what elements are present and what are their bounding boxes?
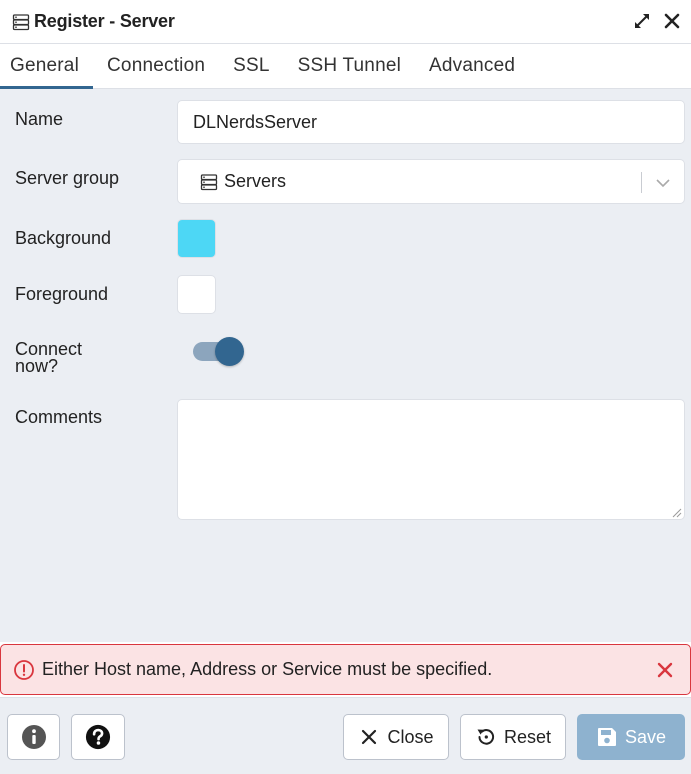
tab-advanced[interactable]: Advanced bbox=[415, 44, 529, 88]
tab-ssh-tunnel[interactable]: SSH Tunnel bbox=[284, 44, 415, 88]
resize-grip-icon[interactable] bbox=[670, 505, 682, 518]
tab-general[interactable]: General bbox=[0, 44, 93, 89]
reset-icon bbox=[475, 726, 497, 748]
dialog-title: Register - Server bbox=[34, 11, 175, 31]
close-icon bbox=[358, 726, 380, 748]
help-icon bbox=[85, 724, 111, 750]
background-label: Background bbox=[15, 228, 112, 248]
comments-label: Comments bbox=[15, 407, 103, 427]
server-icon bbox=[200, 173, 218, 191]
tab-connection[interactable]: Connection bbox=[93, 44, 219, 88]
foreground-color-swatch[interactable] bbox=[177, 275, 216, 314]
server-group-label: Server group bbox=[15, 168, 120, 188]
select-separator bbox=[641, 172, 642, 193]
info-icon bbox=[21, 724, 47, 750]
tab-ssl[interactable]: SSL bbox=[219, 44, 284, 88]
connect-now-toggle[interactable] bbox=[193, 337, 247, 367]
foreground-label: Foreground bbox=[15, 284, 109, 304]
close-button-label: Close bbox=[387, 726, 434, 747]
close-button[interactable]: Close bbox=[343, 714, 449, 760]
save-button[interactable]: Save bbox=[577, 714, 685, 760]
close-icon[interactable] bbox=[663, 12, 681, 30]
alert-circle-icon bbox=[13, 659, 35, 681]
server-group-value: Servers bbox=[224, 171, 287, 191]
dialog-titlebar: Register - Server bbox=[0, 0, 691, 44]
error-banner: Either Host name, Address or Service mus… bbox=[0, 644, 691, 695]
close-icon[interactable] bbox=[654, 659, 676, 681]
background-color-swatch[interactable] bbox=[177, 219, 216, 258]
server-group-select[interactable]: Servers bbox=[177, 159, 685, 204]
server-icon bbox=[12, 13, 30, 31]
help-button[interactable] bbox=[71, 714, 125, 760]
reset-button-label: Reset bbox=[503, 726, 552, 747]
chevron-down-icon[interactable] bbox=[654, 174, 672, 192]
dialog-tabs: General Connection SSL SSH Tunnel Advanc… bbox=[0, 44, 691, 89]
general-form: Name DLNerdsServer Server group Servers … bbox=[0, 89, 691, 642]
expand-icon[interactable] bbox=[633, 12, 651, 30]
name-input[interactable]: DLNerdsServer bbox=[177, 100, 685, 144]
dialog-footer: Close Reset Save bbox=[0, 697, 691, 774]
comments-textarea[interactable] bbox=[177, 399, 685, 520]
name-label: Name bbox=[15, 109, 64, 129]
toggle-thumb bbox=[215, 337, 244, 366]
name-value: DLNerdsServer bbox=[193, 111, 318, 132]
error-message: Either Host name, Address or Service mus… bbox=[42, 659, 493, 679]
reset-button[interactable]: Reset bbox=[460, 714, 566, 760]
save-icon bbox=[596, 726, 618, 748]
connect-now-label-line2: now? bbox=[15, 356, 59, 376]
connect-now-label: Connect now? bbox=[15, 340, 82, 376]
save-button-label: Save bbox=[624, 726, 667, 747]
info-button[interactable] bbox=[7, 714, 60, 760]
